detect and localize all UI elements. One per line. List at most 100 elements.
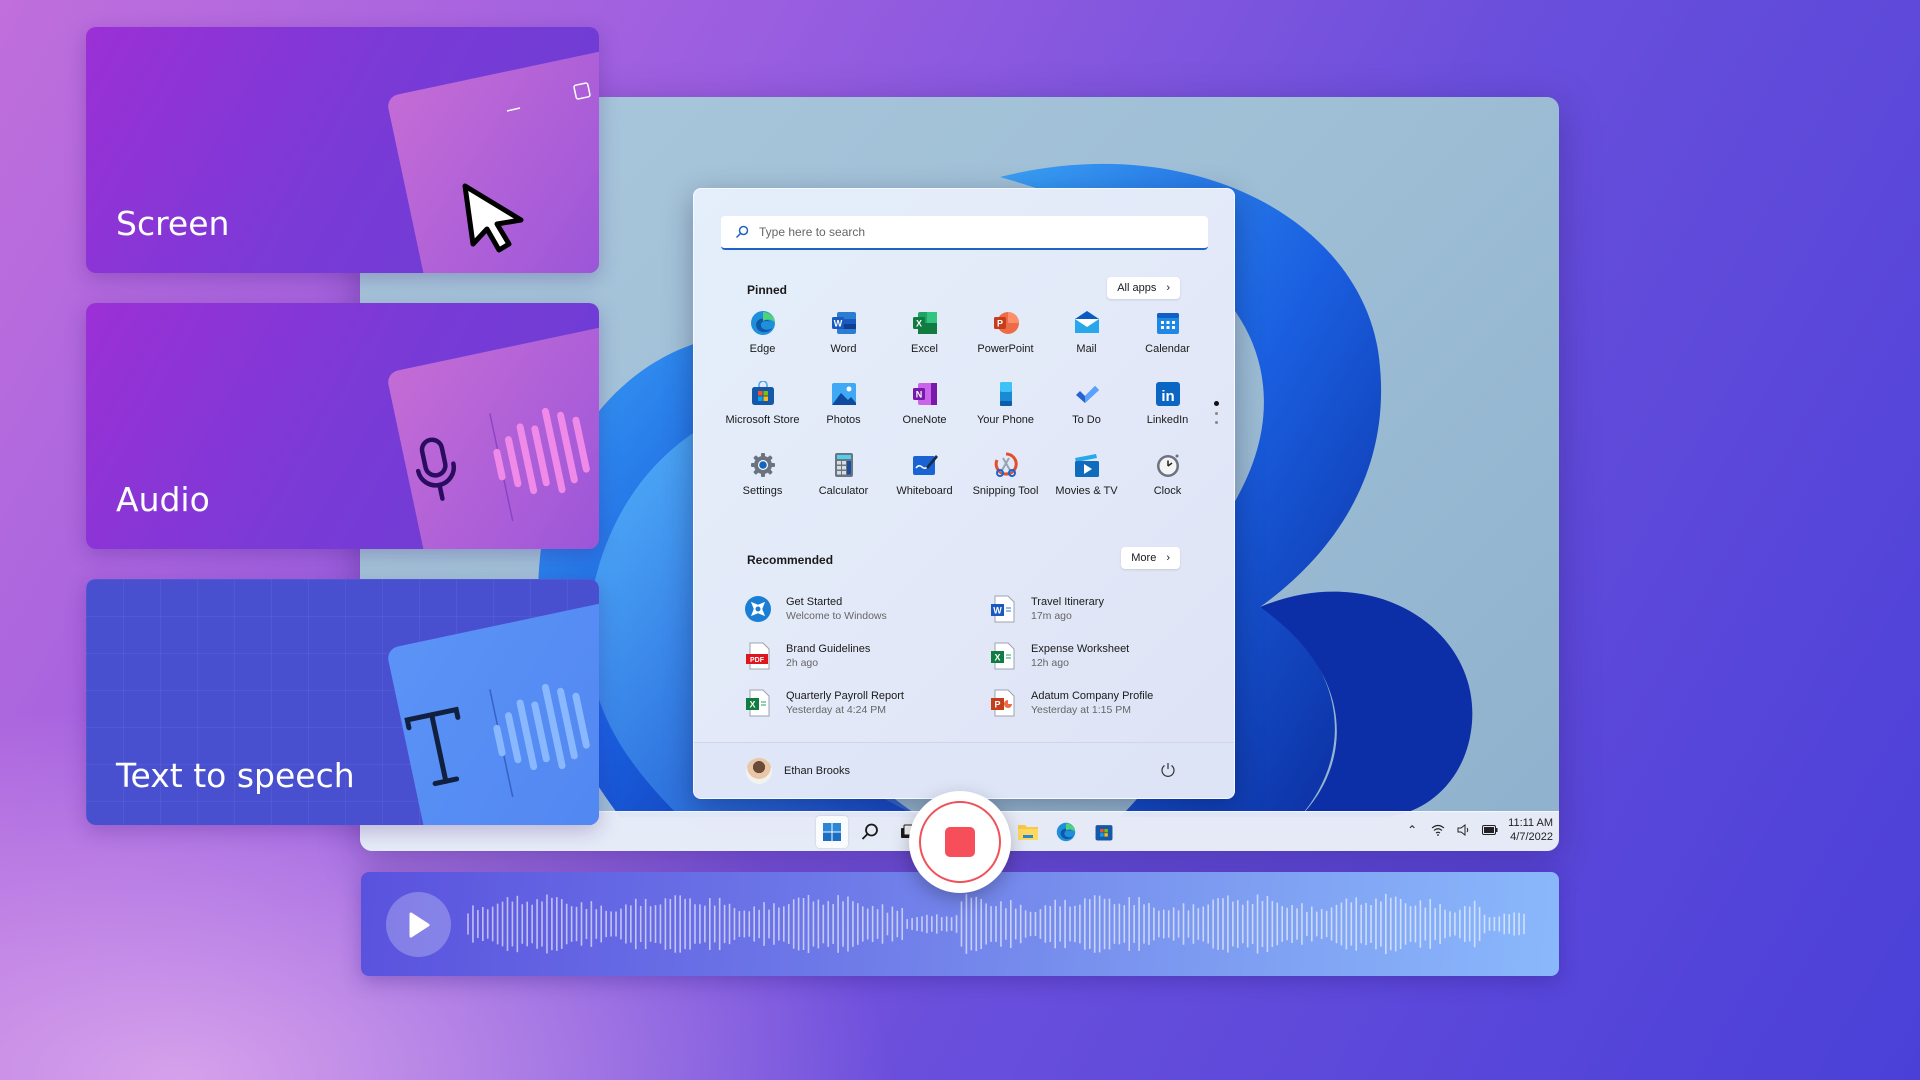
folder-icon bbox=[1018, 825, 1038, 840]
pinned-title: Pinned bbox=[747, 283, 788, 297]
volume-icon[interactable] bbox=[1456, 822, 1472, 838]
pinned-app-to-do[interactable]: To Do bbox=[1046, 380, 1127, 451]
audio-wave-icon bbox=[493, 683, 590, 771]
pinned-app-edge[interactable]: Edge bbox=[722, 309, 803, 380]
feature-card-audio[interactable]: Audio bbox=[86, 303, 599, 549]
search-input[interactable]: Type here to search bbox=[721, 216, 1208, 250]
feature-card-text-to-speech[interactable]: Text to speech bbox=[86, 579, 599, 825]
app-label: Whiteboard bbox=[896, 485, 953, 497]
pinned-app-your-phone[interactable]: Your Phone bbox=[965, 380, 1046, 451]
app-label: Edge bbox=[749, 343, 776, 355]
onenote-icon: N bbox=[911, 380, 939, 408]
pinned-app-excel[interactable]: X Excel bbox=[884, 309, 965, 380]
recommended-item[interactable]: X Expense Worksheet 12h ago bbox=[989, 632, 1204, 679]
app-label: Calendar bbox=[1145, 343, 1190, 355]
feature-card-title: Audio bbox=[116, 480, 210, 519]
recommended-title-text: Expense Worksheet bbox=[1031, 642, 1130, 655]
more-button[interactable]: More › bbox=[1121, 547, 1180, 569]
pinned-app-calendar[interactable]: Calendar bbox=[1127, 309, 1208, 380]
word-icon: W bbox=[830, 309, 858, 337]
pinned-app-photos[interactable]: Photos bbox=[803, 380, 884, 451]
play-button[interactable] bbox=[386, 892, 451, 957]
all-apps-label: All apps bbox=[1117, 282, 1157, 294]
app-label: LinkedIn bbox=[1146, 414, 1189, 426]
app-label: Mail bbox=[1076, 343, 1097, 355]
svg-text:P: P bbox=[994, 699, 1000, 709]
pinned-app-movies-tv[interactable]: Movies & TV bbox=[1046, 451, 1127, 522]
pinned-app-snipping-tool[interactable]: Snipping Tool bbox=[965, 451, 1046, 522]
app-label: Settings bbox=[742, 485, 783, 497]
calendar-icon bbox=[1154, 309, 1182, 337]
search-placeholder: Type here to search bbox=[759, 225, 866, 239]
powerpoint-icon: P bbox=[992, 309, 1020, 337]
clock-icon bbox=[1154, 451, 1182, 479]
pinned-apps-grid: Edge W Word X Excel P PowerPoint Mail Ca… bbox=[722, 309, 1210, 522]
user-account-button[interactable]: Ethan Brooks bbox=[746, 758, 850, 784]
recommended-item[interactable]: X Quarterly Payroll Report Yesterday at 4… bbox=[744, 679, 989, 726]
waveform[interactable] bbox=[466, 892, 1526, 956]
svg-text:X: X bbox=[915, 319, 921, 329]
start-menu: Type here to search Pinned All apps › Ed… bbox=[693, 188, 1235, 799]
pinned-app-calculator[interactable]: Calculator bbox=[803, 451, 884, 522]
pinned-app-onenote[interactable]: N OneNote bbox=[884, 380, 965, 451]
svg-text:X: X bbox=[994, 652, 1000, 662]
recommended-item[interactable]: PDF Brand Guidelines 2h ago bbox=[744, 632, 989, 679]
pinned-app-settings[interactable]: Settings bbox=[722, 451, 803, 522]
play-icon bbox=[409, 912, 429, 937]
svg-text:W: W bbox=[993, 605, 1002, 615]
pinned-pager[interactable] bbox=[1214, 401, 1219, 424]
recommended-item[interactable]: P Adatum Company Profile Yesterday at 1:1… bbox=[989, 679, 1204, 726]
start-button[interactable] bbox=[816, 816, 848, 848]
pinned-app-linkedin[interactable]: in LinkedIn bbox=[1127, 380, 1208, 451]
pager-dot-active[interactable] bbox=[1214, 401, 1219, 406]
svg-text:P: P bbox=[996, 319, 1002, 329]
battery-icon[interactable] bbox=[1482, 822, 1498, 838]
app-label: OneNote bbox=[902, 414, 947, 426]
app-label: Photos bbox=[826, 414, 861, 426]
svg-text:PDF: PDF bbox=[750, 657, 765, 664]
get-started-icon bbox=[744, 595, 772, 623]
app-label: Word bbox=[830, 343, 857, 355]
store-taskbar-button[interactable] bbox=[1088, 816, 1120, 848]
store-icon bbox=[1095, 825, 1113, 841]
wifi-icon[interactable] bbox=[1430, 822, 1446, 838]
pinned-app-powerpoint[interactable]: P PowerPoint bbox=[965, 309, 1046, 380]
file-explorer-button[interactable] bbox=[1012, 816, 1044, 848]
more-label: More bbox=[1131, 552, 1157, 564]
recommended-item[interactable]: W Travel Itinerary 17m ago bbox=[989, 585, 1204, 632]
pinned-app-word[interactable]: W Word bbox=[803, 309, 884, 380]
recommended-item[interactable]: Get Started Welcome to Windows bbox=[744, 585, 989, 632]
feature-card-screen[interactable]: Screen bbox=[86, 27, 599, 273]
app-label: Movies & TV bbox=[1055, 485, 1118, 497]
recommended-title-text: Adatum Company Profile bbox=[1031, 689, 1154, 702]
clock-time: 11:11 AM bbox=[1508, 817, 1553, 829]
record-stop-button[interactable] bbox=[909, 791, 1011, 893]
recommended-title: Recommended bbox=[747, 553, 834, 567]
chevron-right-icon: › bbox=[1166, 282, 1170, 294]
microphone-icon bbox=[415, 437, 457, 501]
avatar bbox=[746, 758, 772, 784]
pinned-app-mail[interactable]: Mail bbox=[1046, 309, 1127, 380]
calculator-icon bbox=[830, 451, 858, 479]
recommended-title-text: Travel Itinerary bbox=[1031, 595, 1104, 608]
text-t-icon bbox=[404, 706, 461, 787]
snipping-tool-icon bbox=[992, 451, 1020, 479]
pinned-app-microsoft-store[interactable]: Microsoft Store bbox=[722, 380, 803, 451]
clock-date: 4/7/2022 bbox=[1510, 831, 1553, 843]
recommended-subtitle: 17m ago bbox=[1031, 609, 1072, 622]
recommended-subtitle: Yesterday at 1:15 PM bbox=[1031, 703, 1132, 716]
chevron-up-icon[interactable]: ⌃ bbox=[1404, 822, 1420, 838]
pager-dot[interactable] bbox=[1215, 421, 1218, 424]
all-apps-button[interactable]: All apps › bbox=[1107, 277, 1180, 299]
audio-wave-icon bbox=[493, 407, 590, 495]
pager-dot[interactable] bbox=[1215, 412, 1218, 415]
taskbar-clock[interactable]: 11:11 AM 4/7/2022 bbox=[1508, 816, 1553, 844]
recommended-subtitle: Welcome to Windows bbox=[786, 609, 887, 622]
app-label: Microsoft Store bbox=[725, 414, 800, 426]
pinned-app-whiteboard[interactable]: Whiteboard bbox=[884, 451, 965, 522]
whiteboard-icon bbox=[911, 451, 939, 479]
pinned-app-clock[interactable]: Clock bbox=[1127, 451, 1208, 522]
power-button[interactable] bbox=[1160, 762, 1176, 783]
edge-taskbar-button[interactable] bbox=[1050, 816, 1082, 848]
taskbar-search-button[interactable] bbox=[854, 816, 886, 848]
